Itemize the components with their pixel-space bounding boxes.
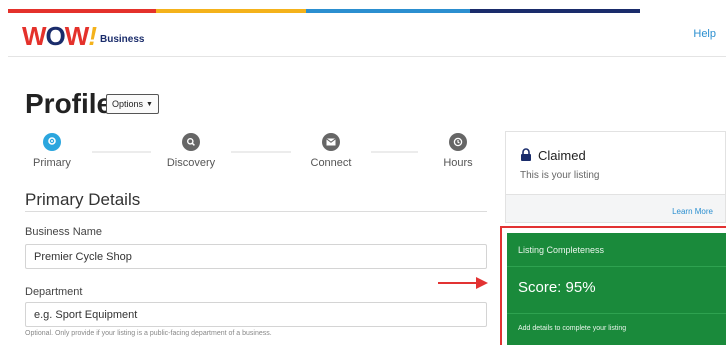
completeness-divider-bottom [507,313,726,314]
tab-connect[interactable]: Connect [291,130,371,174]
business-name-label: Business Name [25,226,103,238]
logo-mark: WOW! [22,21,97,51]
options-label: Options [112,99,144,109]
mail-icon [322,133,340,151]
tab-discovery-label: Discovery [166,157,216,169]
department-field[interactable]: e.g. Sport Equipment [25,302,487,327]
location-pin-icon [43,133,61,151]
options-dropdown-button[interactable]: Options ▼ [106,94,159,114]
claimed-subtitle: This is your listing [520,170,600,181]
department-label: Department [25,286,83,298]
completeness-footer: Add details to complete your listing [518,325,627,332]
help-link[interactable]: Help [693,28,716,40]
tab-primary[interactable]: Primary [12,130,92,174]
department-placeholder: e.g. Sport Equipment [34,308,138,321]
claimed-card: Claimed This is your listing Learn More [505,131,726,223]
learn-more-link[interactable]: Learn More [672,207,713,216]
caret-down-icon: ▼ [146,100,153,108]
claimed-card-body: Claimed This is your listing [506,132,725,195]
completeness-divider-top [507,266,726,267]
department-hint: Optional. Only provide if your listing i… [25,330,272,337]
search-icon [182,133,200,151]
red-arrow-annotation [438,277,488,289]
tab-connect-label: Connect [310,157,352,169]
section-divider [25,211,487,212]
clock-icon [449,133,467,151]
lock-icon [521,148,531,161]
tab-hours-label: Hours [443,157,473,169]
wow-business-logo[interactable]: WOW! Business [22,23,144,49]
tab-hours[interactable]: Hours [418,130,498,174]
profile-tabs: Primary Discovery Connect Hours [12,130,498,174]
tab-primary-label: Primary [33,157,71,169]
listing-completeness-card[interactable]: Listing Completeness Score: 95% Add deta… [507,233,726,345]
claimed-title: Claimed [538,148,586,163]
tab-discovery[interactable]: Discovery [151,130,231,174]
business-name-field[interactable]: Premier Cycle Shop [25,244,487,269]
page-title: Profile [25,88,113,119]
top-header: WOW! Business Help [8,13,726,57]
completeness-score: Score: 95% [518,279,596,296]
business-name-value: Premier Cycle Shop [34,250,132,263]
app-window: WOW! Business Help Profile Options ▼ Pri… [0,0,726,345]
tab-connector-line [32,151,478,153]
section-title: Primary Details [25,190,141,209]
logo-product: Business [100,34,145,45]
completeness-title: Listing Completeness [518,245,605,255]
